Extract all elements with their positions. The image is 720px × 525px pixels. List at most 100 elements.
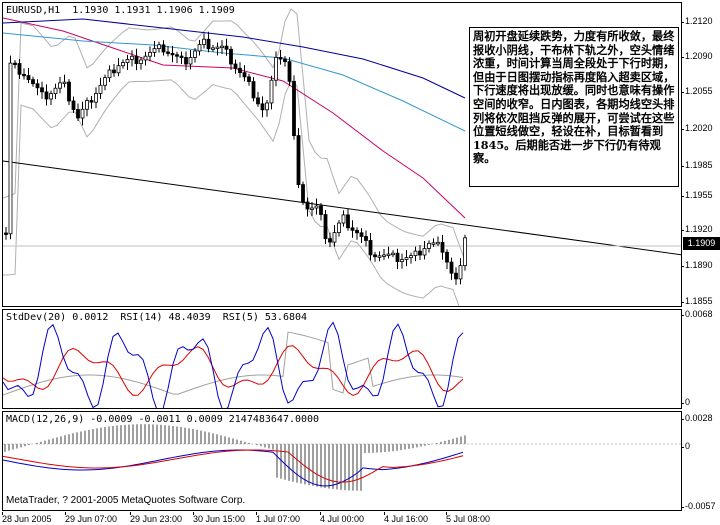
signal-line: [3, 449, 464, 483]
candle-body: [323, 214, 328, 240]
candle-body: [71, 100, 76, 110]
candle-body: [251, 81, 256, 99]
candle-body: [49, 93, 53, 100]
ma-mid-line: [3, 32, 466, 132]
time-axis-tick: 1 Jul 07:00: [256, 512, 301, 524]
candle-body: [76, 109, 80, 119]
candle-body: [373, 254, 377, 258]
price-chart-pane[interactable]: EURUSD,H1 1.1930 1.1931 1.1906 1.1909 周初…: [2, 2, 682, 307]
candle-body: [454, 272, 458, 280]
price-axis-tick: 1.1890: [681, 260, 713, 270]
ma-slow-line: [3, 18, 466, 99]
candle-body: [355, 229, 359, 234]
candle-body: [458, 265, 463, 280]
candle-body: [184, 57, 188, 65]
candle-body: [116, 65, 121, 74]
candle-body: [274, 57, 278, 81]
candle-body: [328, 238, 332, 243]
candle-body: [4, 232, 8, 235]
candle-body: [283, 58, 287, 62]
macd-pane[interactable]: MACD(12,26,9) -0.0009 -0.0011 0.0009 214…: [2, 411, 682, 511]
candle-body: [125, 59, 130, 63]
candle-body: [278, 57, 283, 60]
indicator-pane[interactable]: StdDev(20) 0.0012 RSI(14) 48.4039 RSI(5)…: [2, 309, 682, 409]
price-axis-tick: 1.1855: [681, 296, 713, 306]
candle-body: [98, 84, 103, 94]
candle-body: [386, 253, 391, 256]
price-axis: 1.2120 1.2090 1.2055 1.2020 1.1985 1.1955 1.19…: [681, 2, 720, 307]
candle-body: [80, 108, 85, 119]
candle-body: [395, 252, 400, 262]
indicator-chart: [3, 321, 464, 408]
macd-axis-tick: 0.0028: [681, 413, 713, 423]
candle-body: [301, 184, 305, 203]
macd-axis-tick: -0.0057: [681, 501, 716, 511]
candle-body: [40, 87, 44, 93]
candle-body: [67, 81, 71, 102]
candle-body: [206, 38, 211, 50]
price-axis-tick: 1.2055: [681, 86, 713, 96]
price-axis-tick: 1.2090: [681, 51, 713, 61]
current-price-tag: 1.1909: [683, 237, 720, 250]
candle-body: [17, 63, 22, 75]
candle-body: [229, 48, 233, 65]
candle-body: [269, 79, 274, 104]
candle-body: [418, 250, 422, 256]
candle-body: [391, 252, 395, 256]
candle-body: [256, 97, 260, 105]
candle-body: [139, 59, 143, 64]
rsi14-line: [3, 345, 464, 397]
time-axis-tick: 29 Jun 07:00: [65, 512, 118, 524]
candle-body: [364, 236, 368, 241]
candle-body: [148, 52, 152, 57]
candle-body: [265, 102, 269, 111]
candle-body: [202, 38, 206, 45]
candle-body: [314, 205, 319, 209]
candle-body: [337, 222, 341, 233]
candle-body: [310, 207, 314, 210]
time-axis-tick: 30 Jun 15:00: [193, 512, 246, 524]
candle-body: [130, 55, 134, 60]
candle-body: [53, 87, 58, 94]
candle-body: [197, 44, 202, 52]
time-axis-tick: 28 Jun 2005: [2, 512, 52, 524]
indicator-axis-tick: 0.0068: [681, 309, 713, 319]
candle-body: [449, 261, 454, 274]
price-axis-tick: 1.1920: [681, 224, 713, 234]
candle-body: [346, 214, 350, 229]
candle-body: [175, 54, 179, 57]
candle-body: [179, 55, 184, 58]
copyright-text: MetaTrader, ? 2001-2005 MetaQuotes Softw…: [6, 495, 246, 506]
candle-body: [332, 232, 337, 243]
candle-body: [238, 67, 242, 74]
candle-body: [224, 45, 229, 50]
candle-body: [305, 201, 310, 210]
candle-body: [112, 69, 116, 74]
candle-body: [85, 100, 89, 110]
candle-body: [107, 69, 112, 79]
candle-body: [13, 62, 17, 66]
candle-body: [35, 83, 40, 89]
candle-body: [440, 241, 445, 253]
candle-body: [170, 52, 175, 56]
candle-body: [319, 205, 323, 215]
candle-body: [287, 61, 292, 82]
candle-body: [427, 242, 431, 249]
candle-body: [103, 77, 107, 86]
analysis-text-box: 周初开盘延续跌势，力度有所收敛，最终报收小阴线，干布林下轨之外，空头情绪浓重，时…: [469, 27, 679, 187]
candle-body: [436, 241, 440, 245]
indicator-label: StdDev(20) 0.0012 RSI(14) 48.4039 RSI(5)…: [6, 312, 308, 323]
macd-line: [3, 449, 464, 487]
indicator-axis-tick: 0: [680, 397, 691, 407]
macd-axis: 0.0028 0 -0.0057: [680, 411, 720, 511]
candle-body: [247, 76, 251, 82]
indicator-axis: 0.0068 0: [680, 309, 720, 409]
time-axis-tick: 4 Jul 00:00: [320, 512, 365, 524]
price-axis-tick: 1.1955: [681, 190, 713, 200]
candle-body: [413, 250, 418, 257]
candle-body: [94, 93, 98, 103]
candle-body: [409, 255, 413, 259]
macd-axis-tick: 0: [680, 441, 691, 451]
candle-body: [463, 237, 467, 267]
rsi5-line: [3, 321, 464, 408]
